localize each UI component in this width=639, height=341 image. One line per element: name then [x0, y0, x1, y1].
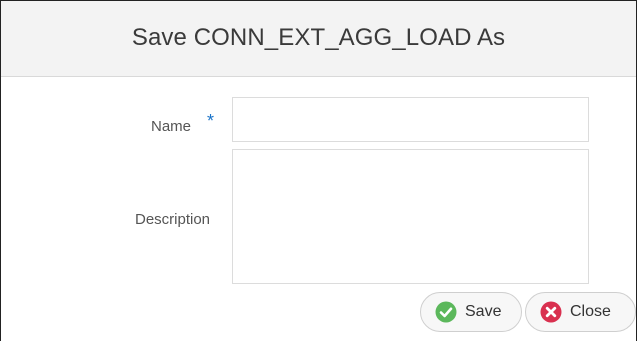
description-label: Description: [135, 211, 211, 228]
save-as-dialog: Save CONN_EXT_AGG_LOAD As Name * Descrip…: [0, 0, 637, 341]
close-label: Close: [570, 303, 611, 320]
dialog-title: Save CONN_EXT_AGG_LOAD As: [131, 24, 506, 51]
required-asterisk: *: [207, 111, 215, 131]
save-button[interactable]: Save: [420, 292, 522, 332]
name-input[interactable]: [232, 97, 589, 142]
checkmark-icon: [435, 301, 457, 323]
close-button[interactable]: Close: [525, 292, 636, 332]
description-input[interactable]: [232, 149, 589, 284]
dialog-header: Save CONN_EXT_AGG_LOAD As: [1, 1, 636, 77]
close-icon: [540, 301, 562, 323]
name-label: Name: [151, 118, 192, 135]
save-label: Save: [465, 303, 502, 320]
